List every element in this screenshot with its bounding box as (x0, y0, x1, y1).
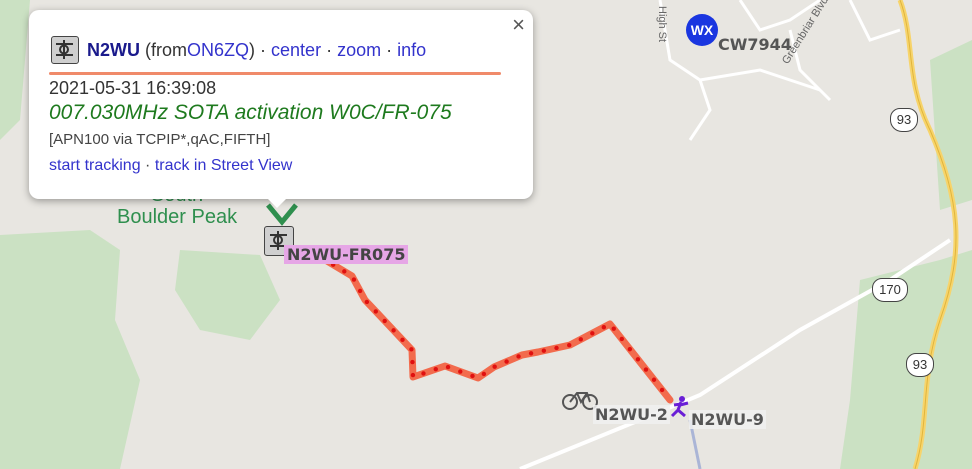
callsign-link[interactable]: N2WU (87, 40, 140, 61)
track-point (351, 277, 357, 282)
from-prefix: (from (145, 39, 188, 60)
from-callsign-link[interactable]: ON6ZQ (187, 40, 249, 61)
track-point (619, 336, 624, 342)
zoom-link[interactable]: zoom (337, 40, 381, 61)
track-point (554, 345, 559, 351)
route-shield-93-south: 93 (906, 353, 934, 377)
track-point (541, 348, 547, 353)
separator: · (140, 157, 155, 174)
track-point (410, 372, 416, 378)
track-point (611, 326, 616, 331)
track-point (601, 325, 607, 330)
route-shield-170: 170 (872, 278, 908, 302)
info-link[interactable]: info (397, 40, 426, 61)
track-point (445, 364, 451, 370)
popup-tail (267, 198, 287, 208)
separator: · (381, 39, 398, 60)
track-point (421, 371, 426, 376)
track-point (659, 387, 665, 393)
track-point (504, 359, 509, 364)
station-comment: 007.030MHz SOTA activation W0C/FR-075 (49, 101, 452, 124)
track-point (373, 309, 378, 314)
start-tracking-link[interactable]: start tracking (49, 157, 141, 174)
wx-station-icon[interactable]: WX (686, 14, 718, 46)
track-point (470, 373, 475, 379)
track-point (409, 347, 414, 352)
center-link[interactable]: center (271, 40, 321, 61)
bike-station-label[interactable]: N2WU-2 (593, 405, 670, 424)
track-point (357, 288, 363, 294)
track-point (635, 357, 641, 362)
popup-header: N2WU (from ON6ZQ ) · center · zoom · inf… (51, 36, 426, 64)
road-label-high-st: High St (656, 6, 668, 43)
hiker-station-label[interactable]: N2WU-9 (689, 410, 766, 429)
close-icon[interactable]: × (512, 14, 525, 36)
track-point (651, 377, 657, 382)
track-point (643, 367, 649, 372)
track-point (627, 346, 633, 352)
track-point (382, 318, 387, 324)
track-point (342, 269, 347, 274)
street-view-link[interactable]: track in Street View (155, 157, 293, 174)
tracking-links: start tracking · track in Street View (49, 157, 292, 175)
track-point (364, 299, 370, 305)
track-point (458, 369, 463, 374)
station-info-popup: × N2WU (from ON6ZQ ) · center · zoom · i… (29, 10, 533, 208)
route-shield-93-north: 93 (890, 108, 918, 132)
timestamp: 2021-05-31 16:39:08 (49, 78, 217, 98)
station-symbol-icon (51, 36, 79, 64)
track-point (590, 331, 595, 336)
popup-divider (49, 72, 501, 75)
object-label[interactable]: N2WU-FR075 (284, 245, 409, 264)
track-point (410, 359, 415, 365)
track-point (433, 366, 438, 372)
track-point (528, 351, 534, 356)
track-point (492, 364, 497, 369)
track-point (481, 371, 487, 377)
packet-path: [APN100 via TCPIP*,qAC,FIFTH] (49, 131, 271, 148)
wx-station-label[interactable]: CW7944 (718, 35, 792, 54)
separator: · (321, 39, 338, 60)
track-point (567, 342, 572, 348)
track-point (578, 337, 584, 342)
track-point (516, 354, 521, 359)
track-point (400, 337, 405, 343)
separator: · (255, 39, 272, 60)
gps-track (318, 254, 674, 404)
track-point (391, 328, 396, 333)
